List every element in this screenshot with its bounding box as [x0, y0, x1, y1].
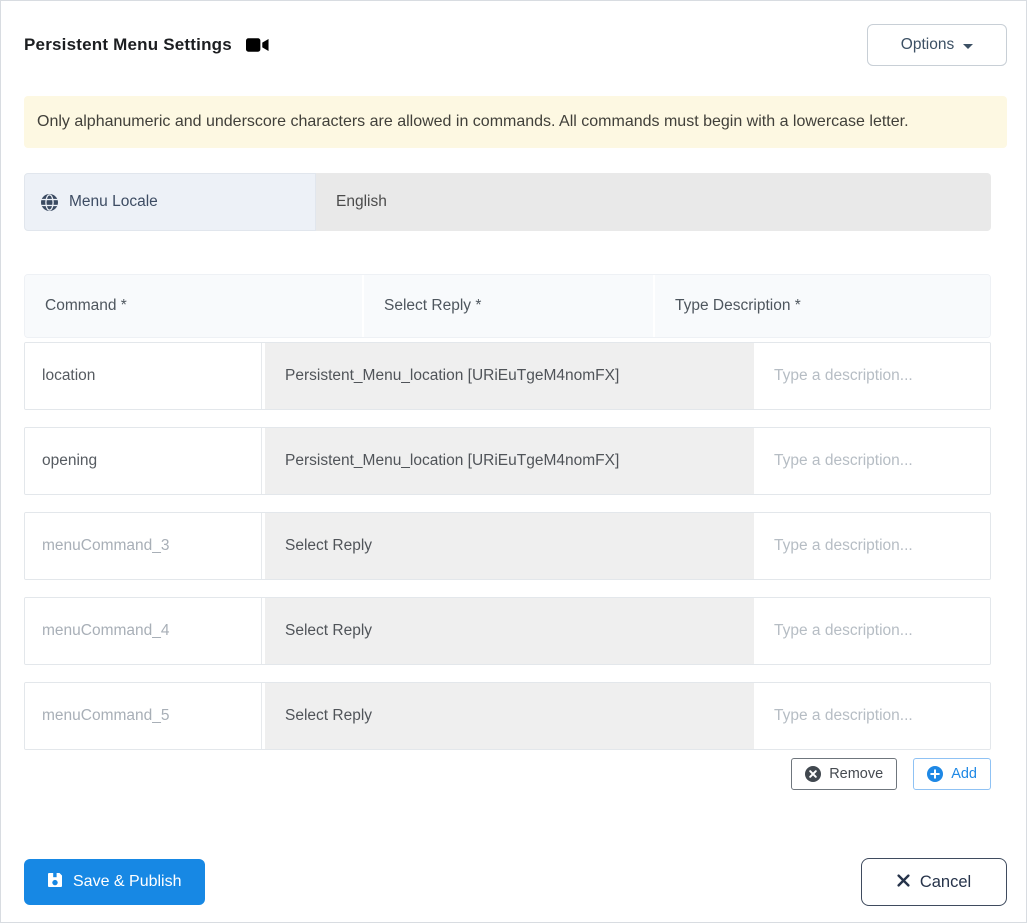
table-row: Select Reply: [24, 512, 991, 580]
select-reply-dropdown-2[interactable]: Persistent_Menu_location [URiEuTgeM4nomF…: [265, 428, 754, 494]
title-wrap: Persistent Menu Settings: [24, 35, 269, 55]
cancel-button[interactable]: Cancel: [861, 858, 1007, 906]
select-reply-value: Select Reply: [285, 537, 373, 554]
page-title: Persistent Menu Settings: [24, 35, 232, 54]
options-button[interactable]: Options: [867, 24, 1007, 66]
floppy-disk-icon: [47, 872, 63, 893]
table-row: Persistent_Menu_location [URiEuTgeM4nomF…: [24, 427, 991, 495]
globe-icon: [41, 193, 58, 211]
description-input-1[interactable]: [754, 343, 990, 409]
row-actions: Remove Add: [24, 758, 991, 790]
command-input-2[interactable]: [25, 428, 262, 494]
add-button-label: Add: [951, 766, 977, 782]
remove-row-button[interactable]: Remove: [791, 758, 898, 790]
caret-down-icon: [963, 43, 974, 49]
description-input-5[interactable]: [754, 683, 990, 749]
save-publish-button[interactable]: Save & Publish: [24, 859, 205, 905]
select-reply-value: Persistent_Menu_location [URiEuTgeM4nomF…: [285, 367, 620, 384]
column-header-command: Command *: [25, 275, 364, 337]
select-reply-value: Persistent_Menu_location [URiEuTgeM4nomF…: [285, 452, 620, 469]
column-header-type-description: Type Description *: [655, 275, 990, 337]
select-reply-value: Select Reply: [285, 622, 373, 639]
circle-plus-icon: [927, 766, 944, 782]
footer: Save & Publish Cancel: [24, 858, 1007, 906]
table-row: Persistent_Menu_location [URiEuTgeM4nomF…: [24, 342, 991, 410]
menu-locale-row: Menu Locale English: [24, 173, 991, 231]
command-input-3[interactable]: [25, 513, 262, 579]
menu-locale-select[interactable]: English: [316, 173, 991, 231]
select-reply-value: Select Reply: [285, 707, 373, 724]
command-input-4[interactable]: [25, 598, 262, 664]
select-reply-dropdown-3[interactable]: Select Reply: [265, 513, 754, 579]
command-input-5[interactable]: [25, 683, 262, 749]
add-row-button[interactable]: Add: [913, 758, 991, 790]
video-camera-icon[interactable]: [245, 37, 269, 53]
select-reply-dropdown-1[interactable]: Persistent_Menu_location [URiEuTgeM4nomF…: [265, 343, 754, 409]
menu-locale-label: Menu Locale: [24, 173, 316, 231]
description-input-2[interactable]: [754, 428, 990, 494]
select-reply-dropdown-5[interactable]: Select Reply: [265, 683, 754, 749]
description-input-3[interactable]: [754, 513, 990, 579]
commands-table: Command * Select Reply * Type Descriptio…: [24, 274, 991, 750]
circle-x-icon: [805, 766, 822, 782]
warning-banner: Only alphanumeric and underscore charact…: [24, 96, 1007, 148]
menu-locale-label-text: Menu Locale: [69, 193, 158, 210]
select-reply-dropdown-4[interactable]: Select Reply: [265, 598, 754, 664]
save-publish-label: Save & Publish: [73, 873, 182, 890]
description-input-4[interactable]: [754, 598, 990, 664]
table-row: Select Reply: [24, 597, 991, 665]
cancel-button-label: Cancel: [919, 872, 972, 891]
remove-button-label: Remove: [829, 766, 884, 782]
warning-banner-text: Only alphanumeric and underscore charact…: [37, 113, 909, 130]
column-header-select-reply: Select Reply *: [364, 275, 655, 337]
persistent-menu-settings-panel: Persistent Menu Settings Options Only al…: [0, 0, 1027, 923]
table-row: Select Reply: [24, 682, 991, 750]
options-button-label: Options: [900, 36, 955, 53]
menu-locale-value: English: [336, 193, 387, 210]
x-icon: [897, 873, 910, 892]
command-input-1[interactable]: [25, 343, 262, 409]
table-header: Command * Select Reply * Type Descriptio…: [24, 274, 991, 338]
topbar: Persistent Menu Settings Options: [24, 24, 1007, 66]
